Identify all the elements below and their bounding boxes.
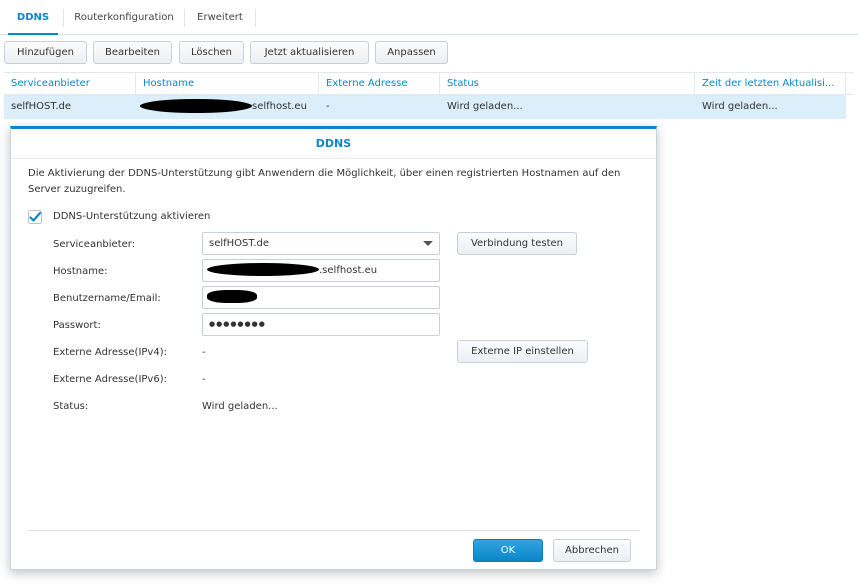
provider-select[interactable]: selfHOST.de <box>202 232 440 255</box>
checkmark-icon <box>28 210 42 224</box>
hostname-field[interactable]: .selfhost.eu <box>202 259 440 282</box>
redaction-mark <box>207 289 257 303</box>
ipv6-value: - <box>202 374 206 385</box>
cell-hostname-suffix: selfhost.eu <box>252 101 307 112</box>
cell-external-address: - <box>326 101 330 112</box>
password-label: Passwort: <box>53 320 101 331</box>
username-label: Benutzername/Email: <box>53 293 161 304</box>
hostname-suffix: .selfhost.eu <box>319 265 378 276</box>
tab-ddns[interactable]: DDNS <box>8 0 58 35</box>
dialog-divider <box>28 530 640 531</box>
dialog-description: Die Aktivierung der DDNS-Unterstützung g… <box>28 168 621 195</box>
redaction-mark <box>207 262 319 276</box>
dialog-title: DDNS <box>11 129 656 159</box>
tab-divider <box>255 9 256 27</box>
redaction-mark <box>140 99 252 113</box>
hostname-label: Hostname: <box>53 266 108 277</box>
cell-provider: selfHOST.de <box>11 101 71 112</box>
column-header-last-update[interactable]: Zeit der letzten Aktualisi... <box>695 73 846 95</box>
ipv6-label: Externe Adresse(IPv6): <box>53 374 167 385</box>
provider-label: Serviceanbieter: <box>53 239 136 250</box>
password-field[interactable]: ●●●●●●●● <box>202 313 440 336</box>
column-header-hostname[interactable]: Hostname <box>136 73 319 95</box>
tab-bar: DDNS Routerkonfiguration Erweitert <box>0 0 858 35</box>
table-header: Serviceanbieter Hostname Externe Adresse… <box>4 72 854 95</box>
provider-select-value: selfHOST.de <box>209 238 269 249</box>
tab-erweitert[interactable]: Erweitert <box>190 0 250 35</box>
cancel-button[interactable]: Abbrechen <box>553 539 631 562</box>
column-header-status[interactable]: Status <box>440 73 695 95</box>
delete-button[interactable]: Löschen <box>179 41 244 64</box>
table-row[interactable]: selfHOST.de selfhost.eu - Wird geladen..… <box>4 95 846 119</box>
ok-button[interactable]: OK <box>473 539 543 562</box>
tab-divider <box>184 9 185 27</box>
customize-button[interactable]: Anpassen <box>375 41 448 64</box>
test-connection-button[interactable]: Verbindung testen <box>457 232 577 255</box>
cell-last-update: Wird geladen... <box>702 101 778 112</box>
username-field[interactable] <box>202 286 440 309</box>
ipv4-value: - <box>202 347 206 358</box>
status-label: Status: <box>53 401 89 412</box>
cell-hostname: selfhost.eu <box>136 95 319 119</box>
chevron-down-icon <box>423 241 433 246</box>
tab-divider <box>63 9 64 27</box>
update-now-button[interactable]: Jetzt aktualisieren <box>250 41 369 64</box>
column-header-external-address[interactable]: Externe Adresse <box>319 73 440 95</box>
enable-ddns-label: DDNS-Unterstützung aktivieren <box>53 211 211 222</box>
cell-status: Wird geladen... <box>447 101 523 112</box>
ddns-dialog: DDNS Die Aktivierung der DDNS-Unterstütz… <box>10 126 657 570</box>
tab-routerkonfiguration[interactable]: Routerkonfiguration <box>70 0 178 35</box>
toolbar: Hinzufügen Bearbeiten Löschen Jetzt aktu… <box>0 35 858 72</box>
ipv4-label: Externe Adresse(IPv4): <box>53 347 167 358</box>
edit-button[interactable]: Bearbeiten <box>93 41 172 64</box>
status-value: Wird geladen... <box>202 401 278 412</box>
add-button[interactable]: Hinzufügen <box>4 41 87 64</box>
set-external-ip-button[interactable]: Externe IP einstellen <box>457 340 588 363</box>
column-header-provider[interactable]: Serviceanbieter <box>4 73 136 95</box>
